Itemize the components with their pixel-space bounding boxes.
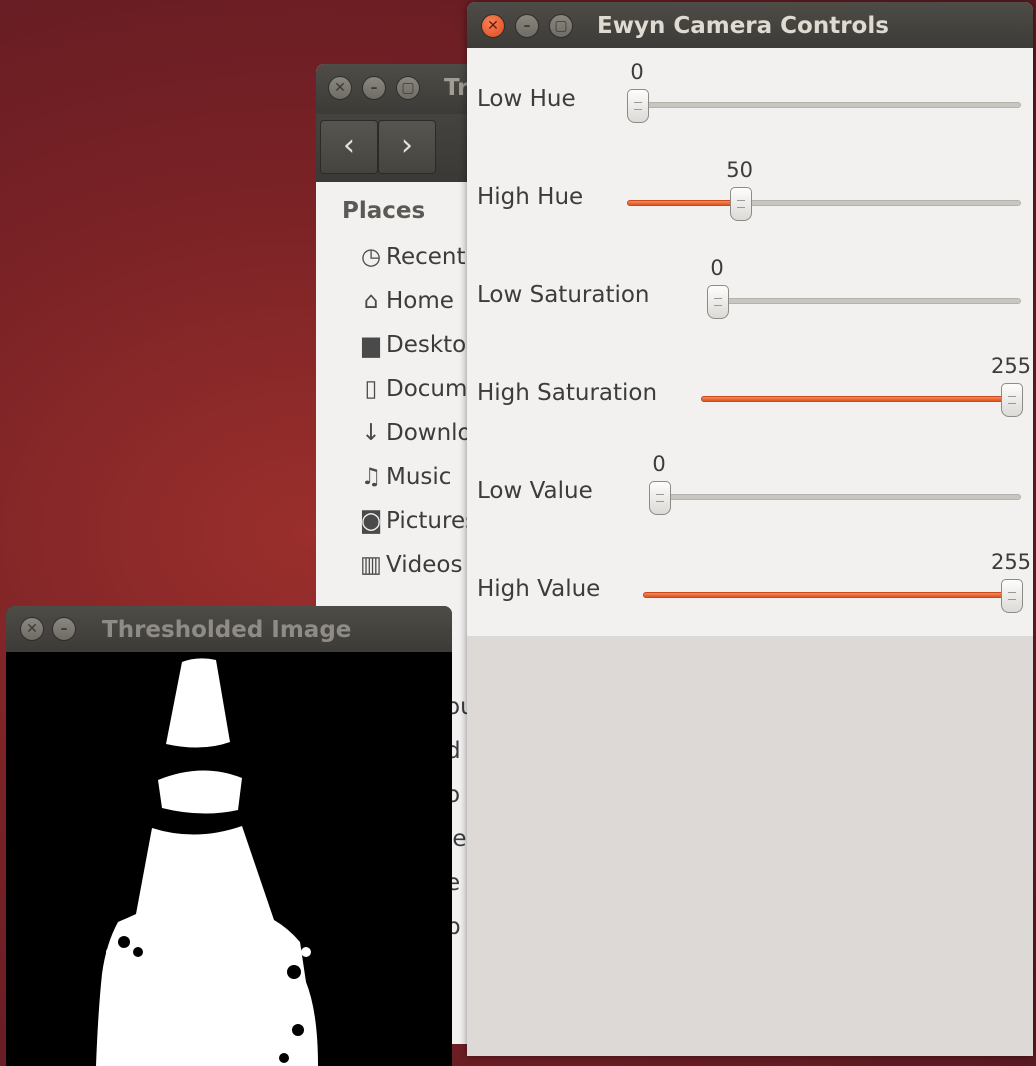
slider-value: 255 bbox=[990, 354, 1032, 378]
forward-button[interactable]: › bbox=[378, 120, 436, 174]
thresholded-image-title: Thresholded Image bbox=[102, 617, 352, 643]
document-icon: ▯ bbox=[364, 376, 378, 402]
sidebar-item-pictures[interactable]: ◙ Pictures bbox=[356, 508, 477, 540]
slider-thumb[interactable] bbox=[1001, 383, 1023, 417]
slider-panel: Low Hue 0 High Hue 50 Low Saturation 0 H… bbox=[467, 48, 1033, 636]
desktop: { "file_manager": { "title": "Tr", "back… bbox=[0, 0, 1036, 1066]
sidebar-item-desktop[interactable]: ▆ Desktop bbox=[356, 332, 481, 364]
slider-row-high-value: High Value 255 bbox=[467, 538, 1033, 636]
slider-label: Low Value bbox=[477, 478, 593, 504]
slider-label: High Hue bbox=[477, 184, 584, 210]
slider-thumb[interactable] bbox=[1001, 579, 1023, 613]
low-saturation-slider[interactable] bbox=[707, 285, 1021, 319]
low-value-slider[interactable] bbox=[649, 481, 1021, 515]
slider-row-high-hue: High Hue 50 bbox=[467, 146, 1033, 244]
download-icon: ↓ bbox=[361, 420, 381, 446]
slider-value: 0 bbox=[630, 60, 644, 84]
chevron-left-icon: ‹ bbox=[343, 128, 355, 163]
sidebar-item-home[interactable]: ⌂ Home bbox=[356, 288, 454, 320]
close-icon[interactable]: ✕ bbox=[481, 14, 505, 38]
slider-thumb[interactable] bbox=[627, 89, 649, 123]
sidebar-item-recent[interactable]: ◷ Recent bbox=[356, 244, 466, 276]
file-manager-title: Tr bbox=[444, 75, 469, 101]
minimize-icon[interactable]: – bbox=[52, 617, 76, 641]
minimize-icon[interactable]: – bbox=[515, 14, 539, 38]
slider-value: 255 bbox=[990, 550, 1032, 574]
camera-icon: ◙ bbox=[359, 508, 383, 534]
slider-row-low-value: Low Value 0 bbox=[467, 440, 1033, 538]
slider-label: Low Saturation bbox=[477, 282, 650, 308]
maximize-icon[interactable]: ▢ bbox=[549, 14, 573, 38]
high-saturation-slider[interactable] bbox=[701, 383, 1023, 417]
camera-controls-titlebar[interactable]: ✕ – ▢ Ewyn Camera Controls bbox=[467, 2, 1033, 48]
film-icon: ▥ bbox=[360, 552, 382, 578]
close-icon[interactable]: ✕ bbox=[20, 617, 44, 641]
camera-controls-title: Ewyn Camera Controls bbox=[597, 13, 889, 39]
sidebar-item-music[interactable]: ♫ Music bbox=[356, 464, 452, 496]
places-heading: Places bbox=[342, 198, 426, 224]
home-icon: ⌂ bbox=[363, 288, 379, 314]
thresholded-image-window: ✕ – Thresholded Image bbox=[6, 606, 452, 1066]
sidebar-item-videos[interactable]: ▥ Videos bbox=[356, 552, 462, 584]
maximize-icon[interactable]: ▢ bbox=[396, 76, 420, 100]
low-hue-slider[interactable] bbox=[627, 89, 1021, 123]
slider-thumb[interactable] bbox=[707, 285, 729, 319]
slider-value: 50 bbox=[726, 158, 754, 182]
slider-fill bbox=[643, 592, 1011, 598]
slider-value: 0 bbox=[710, 256, 724, 280]
slider-fill bbox=[627, 200, 740, 206]
slider-row-low-saturation: Low Saturation 0 bbox=[467, 244, 1033, 342]
clock-icon: ◷ bbox=[360, 244, 382, 270]
slider-label: Low Hue bbox=[477, 86, 576, 112]
music-icon: ♫ bbox=[360, 464, 382, 490]
close-icon[interactable]: ✕ bbox=[328, 76, 352, 100]
slider-thumb[interactable] bbox=[649, 481, 671, 515]
slider-value: 0 bbox=[652, 452, 666, 476]
slider-label: High Saturation bbox=[477, 380, 658, 406]
thresholded-image bbox=[6, 652, 452, 1066]
slider-row-low-hue: Low Hue 0 bbox=[467, 48, 1033, 146]
slider-row-high-saturation: High Saturation 255 bbox=[467, 342, 1033, 440]
high-hue-slider[interactable] bbox=[627, 187, 1021, 221]
high-value-slider[interactable] bbox=[643, 579, 1023, 613]
camera-controls-window: ✕ – ▢ Ewyn Camera Controls Low Hue 0 Hig… bbox=[467, 2, 1033, 1056]
thresholded-image-titlebar[interactable]: ✕ – Thresholded Image bbox=[6, 606, 452, 652]
slider-thumb[interactable] bbox=[729, 187, 752, 221]
folder-icon: ▆ bbox=[362, 332, 380, 358]
back-button[interactable]: ‹ bbox=[320, 120, 378, 174]
slider-fill bbox=[701, 396, 1011, 402]
slider-label: High Value bbox=[477, 576, 601, 602]
chevron-right-icon: › bbox=[401, 128, 413, 163]
minimize-icon[interactable]: – bbox=[362, 76, 386, 100]
